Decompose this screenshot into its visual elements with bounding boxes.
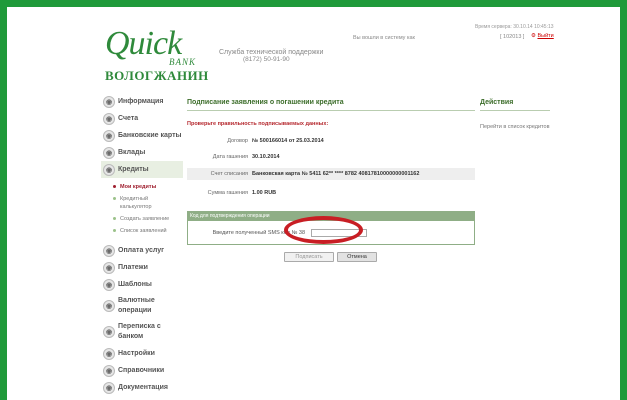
account-number: [ 102013 ] <box>500 34 525 40</box>
sidebar-item-label: Банковские карты <box>118 132 182 139</box>
login-text: Вы вошли в систему как <box>353 35 415 41</box>
bullet-icon <box>113 217 116 220</box>
references-icon: ◉ <box>103 364 115 377</box>
services-icon: ◉ <box>103 244 115 257</box>
mail-icon: ◉ <box>103 326 115 338</box>
field-debit-account: Счет списания Банковская карта № 5411 62… <box>187 168 475 180</box>
sidebar-item-correspondence[interactable]: ◉ Переписка с банком <box>103 319 183 345</box>
field-label: Счет списания <box>210 171 248 177</box>
templates-icon: ◉ <box>103 278 115 291</box>
sidebar-item-accounts[interactable]: ◉ Счета <box>103 110 183 127</box>
field-value: 1.00 RUB <box>252 190 277 196</box>
page-title: Подписание заявления о погашении кредита <box>187 99 475 111</box>
support-phone: (8172) 50-91-90 <box>243 56 290 63</box>
sidebar-item-label: Оплата услуг <box>118 247 165 254</box>
sidebar-item-deposits[interactable]: ◉ Вклады <box>103 144 183 161</box>
sidebar-item-info[interactable]: ◉ Информация <box>103 93 183 110</box>
sidebar-item-settings[interactable]: ◉ Настройки <box>103 345 183 362</box>
logo-vologzhanin-text: ВОЛОГЖАНИН <box>105 68 209 83</box>
sidebar-item-templates[interactable]: ◉ Шаблоны <box>103 276 183 293</box>
highlight-ellipse <box>284 216 363 244</box>
bank-logo[interactable]: Quick BANK ВОЛОГЖАНИН <box>105 25 208 83</box>
sidebar-item-currency[interactable]: ◉ Валютные операции <box>103 293 183 319</box>
sidebar-item-label: Настройки <box>118 350 155 357</box>
server-time: Время сервера: 30.10.14 10:45:13 <box>475 24 554 30</box>
logo-bank-text: BANK <box>169 57 197 67</box>
sidebar-item-label: Шаблоны <box>118 281 152 288</box>
sidebar: ◉ Информация ◉ Счета ◉ Банковские карты ◉ Вк… <box>101 93 183 396</box>
support-label: Служба технической поддержки <box>219 49 324 56</box>
bullet-icon <box>113 197 116 200</box>
accounts-icon: ◉ <box>103 112 115 125</box>
field-contract: Договор № 500166014 от 25.03.2014 <box>187 138 475 144</box>
warning-text: Проверьте правильность подписываемых дан… <box>187 121 329 127</box>
cards-icon: ◉ <box>103 129 115 142</box>
settings-icon: ◉ <box>103 347 115 360</box>
field-value: № 500166014 от 25.03.2014 <box>252 138 324 144</box>
sidebar-item-label: Платежи <box>118 264 148 271</box>
sidebar-subitem-calculator[interactable]: Кредитный калькулятор <box>113 195 183 211</box>
deposits-icon: ◉ <box>103 146 115 159</box>
actions-title: Действия <box>480 99 550 111</box>
sidebar-item-label: Вклады <box>118 149 146 156</box>
sidebar-item-cards[interactable]: ◉ Банковские карты <box>103 127 183 144</box>
page-frame: Quick BANK ВОЛОГЖАНИН Служба технической… <box>0 0 627 400</box>
field-label: Дата гашения <box>212 154 248 160</box>
bullet-icon <box>113 229 116 232</box>
sidebar-item-label: Переписка с банком <box>118 323 161 340</box>
sidebar-item-documentation[interactable]: ◉ Документация <box>103 379 183 396</box>
info-icon: ◉ <box>103 95 115 108</box>
field-label: Сумма гашения <box>207 190 248 196</box>
field-value: 30.10.2014 <box>252 154 280 160</box>
sidebar-item-label: Счета <box>118 115 139 122</box>
sidebar-item-payments-services[interactable]: ◉ Оплата услуг <box>103 242 183 259</box>
sidebar-subitem-my-credits[interactable]: Мои кредиты <box>113 183 183 191</box>
documentation-icon: ◉ <box>103 381 115 394</box>
sidebar-item-credits[interactable]: ◉ Кредиты <box>101 161 183 178</box>
field-value: Банковская карта № 5411 62** **** 8782 4… <box>252 171 420 177</box>
payments-icon: ◉ <box>103 261 115 274</box>
actions-panel: Действия Перейти в список кредитов <box>480 99 550 131</box>
support-info: Служба технической поддержки (8172) 50-9… <box>219 49 323 63</box>
cancel-button[interactable]: Отмена <box>337 252 377 262</box>
exit-icon: ⚙ <box>531 33 536 39</box>
sidebar-subitem-application-list[interactable]: Список заявлений <box>113 227 183 235</box>
field-label: Договор <box>227 138 248 144</box>
exit-link[interactable]: ⚙ Выйти <box>531 33 554 39</box>
sidebar-item-label: Документация <box>118 384 168 391</box>
currency-icon: ◉ <box>103 300 115 312</box>
sidebar-item-payments[interactable]: ◉ Платежи <box>103 259 183 276</box>
bullet-icon <box>113 185 116 188</box>
credits-icon: ◉ <box>103 163 115 176</box>
sidebar-item-references[interactable]: ◉ Справочники <box>103 362 183 379</box>
main-content: Подписание заявления о погашении кредита… <box>187 99 475 196</box>
field-repayment-date: Дата гашения 30.10.2014 <box>187 154 475 160</box>
field-amount: Сумма гашения 1.00 RUB <box>187 190 475 196</box>
exit-label: Выйти <box>537 33 554 39</box>
sign-button[interactable]: Подписать <box>284 252 334 262</box>
sidebar-item-label: Валютные операции <box>118 297 155 314</box>
sidebar-item-label: Справочники <box>118 367 165 374</box>
sidebar-subitem-create-application[interactable]: Создать заявление <box>113 215 183 223</box>
sidebar-item-label: Кредиты <box>118 166 149 173</box>
go-to-credits-link[interactable]: Перейти в список кредитов <box>480 124 550 131</box>
sidebar-item-label: Информация <box>118 98 164 105</box>
